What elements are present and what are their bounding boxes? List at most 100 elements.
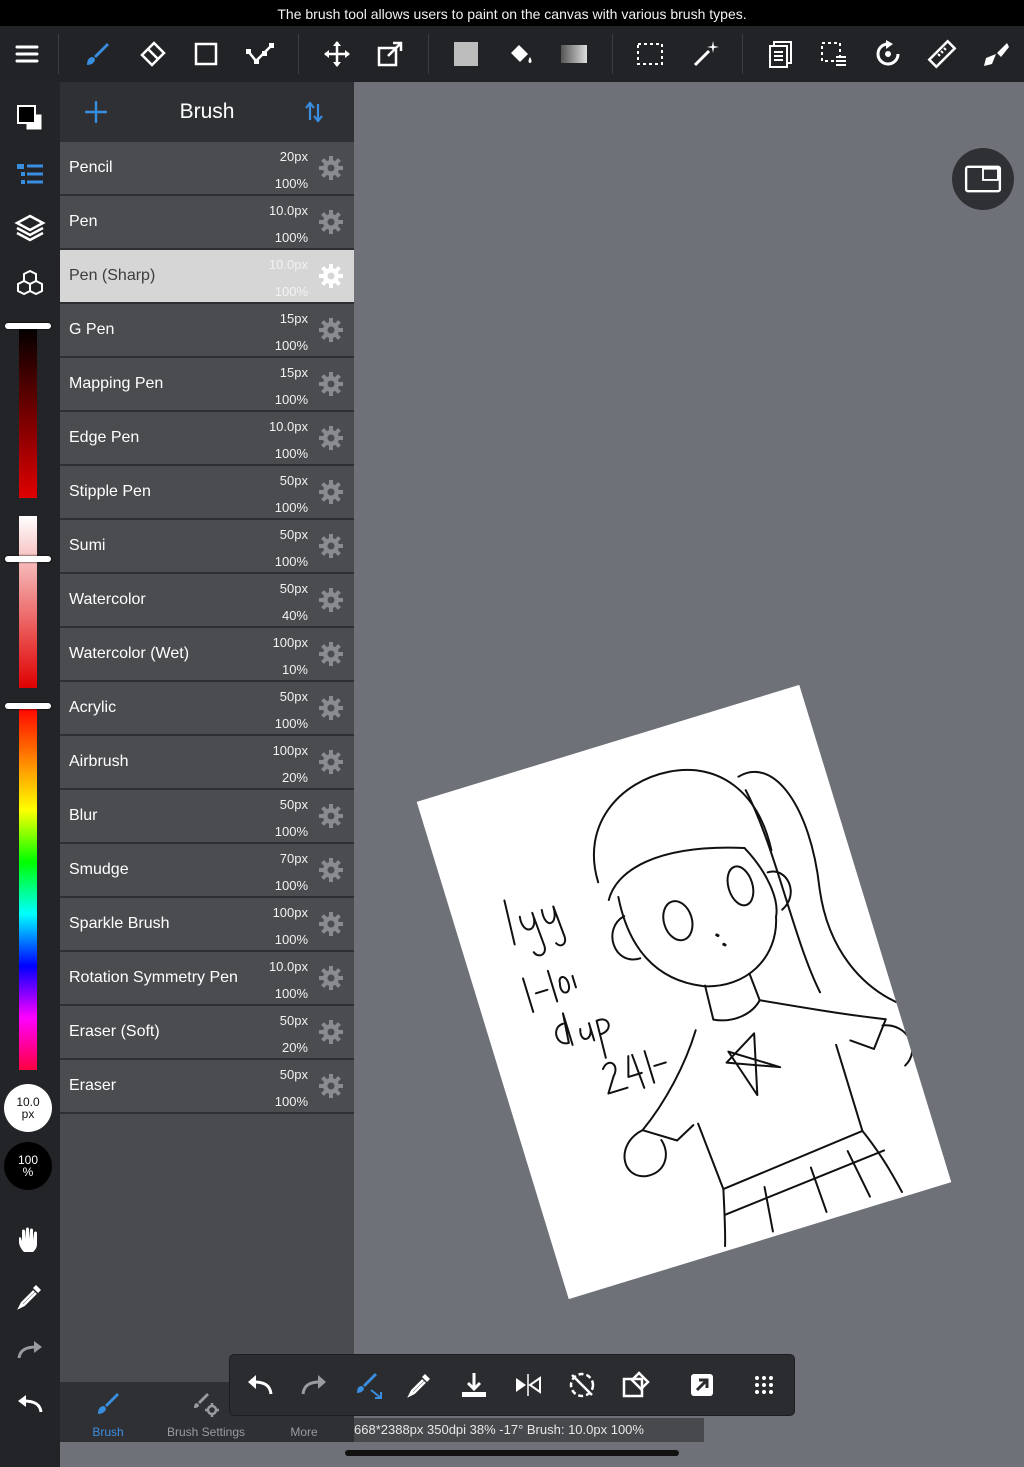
home-indicator[interactable] [345,1450,679,1456]
brush-name: G Pen [69,321,115,338]
brush-panel-toggle[interactable] [8,152,52,196]
move-tool-button[interactable] [315,32,359,76]
gear-icon[interactable] [318,533,344,559]
redo-button[interactable] [292,1363,336,1407]
brush-row[interactable]: Stipple Pen 50px 100% [60,466,354,520]
selection-tool-button[interactable] [628,32,672,76]
gear-icon[interactable] [318,911,344,937]
brush-row[interactable]: Edge Pen 10.0px 100% [60,412,354,466]
brush-name: Watercolor [69,591,146,608]
canvas-status-bar: 668*2388px 350dpi 38% -17° Brush: 10.0px… [354,1418,704,1442]
brush-row[interactable]: Rotation Symmetry Pen 10.0px 100% [60,952,354,1006]
layers-copy-button[interactable] [758,32,802,76]
material-button[interactable] [974,32,1018,76]
hand-tool-button[interactable] [8,1218,52,1262]
more-tools-button[interactable] [742,1363,786,1407]
snap-button[interactable] [680,1363,724,1407]
shape-tool-button[interactable] [184,32,228,76]
slider-handle[interactable] [5,703,51,709]
materials-panel-toggle[interactable] [8,262,52,306]
gear-icon[interactable] [318,209,344,235]
brush-size: 10.0px [268,203,308,218]
gear-icon[interactable] [318,641,344,667]
brush-row[interactable]: Blur 50px 100% [60,790,354,844]
brush-opacity: 20% [281,770,308,785]
brush-size: 70px [279,851,308,866]
redo-rail-button[interactable] [8,1328,52,1372]
gear-icon[interactable] [318,371,344,397]
brush-tool-button[interactable] [75,32,119,76]
no-rotation-icon [569,1372,595,1398]
vector-tool-button[interactable] [238,32,282,76]
ruler-button[interactable] [920,32,964,76]
gear-icon[interactable] [318,749,344,775]
dark-red-slider[interactable] [5,323,51,498]
ruler-icon [927,39,957,69]
brush-row[interactable]: Pen 10.0px 100% [60,196,354,250]
gear-icon[interactable] [318,1019,344,1045]
brush-row[interactable]: Smudge 70px 100% [60,844,354,898]
gear-icon[interactable] [318,695,344,721]
color-swatch-button[interactable] [8,96,52,140]
brush-row[interactable]: Eraser 50px 100% [60,1060,354,1114]
eyedropper-rail-button[interactable] [8,1274,52,1318]
reset-rotation-button[interactable] [560,1363,604,1407]
gear-icon[interactable] [318,965,344,991]
gear-icon[interactable] [318,425,344,451]
clear-layer-icon [622,1371,650,1398]
bucket-tool-button[interactable] [498,32,542,76]
gear-icon[interactable] [318,479,344,505]
hue-slider[interactable] [5,703,51,1070]
gradient-tool-button[interactable] [552,32,596,76]
brush-name: Sumi [69,537,106,554]
gear-icon[interactable] [318,1073,344,1099]
brush-row[interactable]: Pencil 20px 100% [60,142,354,196]
brush-row[interactable]: Acrylic 50px 100% [60,682,354,736]
gear-icon[interactable] [318,317,344,343]
undo-icon [18,1395,43,1413]
brush-size-readout[interactable]: 10.0 px [4,1084,52,1132]
brush-opacity-readout[interactable]: 100 % [4,1142,52,1190]
gear-icon[interactable] [318,857,344,883]
slider-handle[interactable] [5,556,51,562]
fill-rect-tool-button[interactable] [444,32,488,76]
brush-row[interactable]: G Pen 15px 100% [60,304,354,358]
brush-row[interactable]: Watercolor (Wet) 100px 10% [60,628,354,682]
tab-brush[interactable]: Brush [60,1382,156,1442]
light-red-slider[interactable] [5,516,51,688]
stroke-correction-button[interactable] [346,1363,390,1407]
brush-row[interactable]: Sparkle Brush 100px 100% [60,898,354,952]
brush-row[interactable]: Mapping Pen 15px 100% [60,358,354,412]
gear-icon[interactable] [318,803,344,829]
reorder-brush-button[interactable] [296,94,332,130]
rotate-canvas-button[interactable] [866,32,910,76]
gear-icon[interactable] [318,263,344,289]
filled-square-icon [454,42,478,66]
drawing-canvas[interactable] [416,684,952,1300]
brush-row[interactable]: Watercolor 50px 40% [60,574,354,628]
navigator-toggle-button[interactable] [952,148,1014,210]
gear-icon[interactable] [318,587,344,613]
menu-button[interactable] [5,32,49,76]
redo-icon [301,1375,326,1395]
undo-button[interactable] [238,1363,282,1407]
brush-row[interactable]: Sumi 50px 100% [60,520,354,574]
undo-rail-button[interactable] [8,1382,52,1426]
gear-icon[interactable] [318,155,344,181]
brush-row[interactable]: Airbrush 100px 20% [60,736,354,790]
brush-row[interactable]: Eraser (Soft) 50px 20% [60,1006,354,1060]
brush-row[interactable]: Pen (Sharp) 10.0px 100% [60,250,354,304]
clear-selection-button[interactable] [614,1363,658,1407]
selection-layer-button[interactable] [812,32,856,76]
transform-tool-button[interactable] [368,32,412,76]
flip-canvas-button[interactable] [506,1363,550,1407]
brush-settings-icon [194,1393,219,1417]
magic-wand-tool-button[interactable] [684,32,728,76]
brush-name: Smudge [69,861,129,878]
import-button[interactable] [452,1363,496,1407]
slider-handle[interactable] [5,323,51,329]
eyedropper-button[interactable] [398,1363,442,1407]
layers-panel-toggle[interactable] [8,206,52,250]
canvas-area[interactable] [354,82,1024,1467]
eraser-tool-button[interactable] [130,32,174,76]
